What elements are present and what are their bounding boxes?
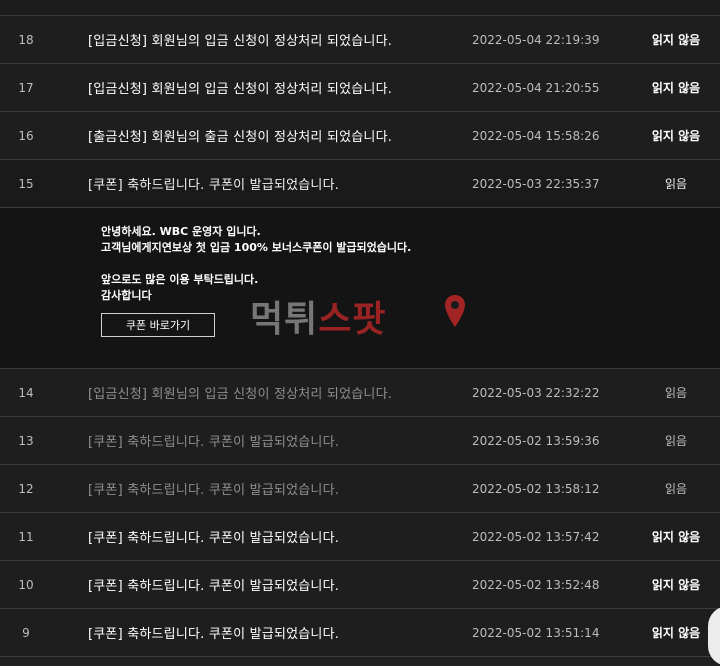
- row-date: 2022-05-04 21:20:55: [472, 80, 600, 95]
- row-number: 17: [18, 80, 34, 95]
- watermark-part2: 스팟: [318, 299, 387, 340]
- detail-line: 고객님에게지연보상 첫 입금 100% 보너스쿠폰이 발급되었습니다.: [101, 241, 412, 254]
- row-title[interactable]: [입금신청] 회원님의 입금 신청이 정상처리 되었습니다.: [52, 78, 472, 97]
- row-status: 읽지 않음: [651, 530, 701, 544]
- row-status: 읽음: [664, 482, 688, 496]
- row-date: 2022-05-04 22:19:39: [472, 32, 600, 47]
- notification-row-10[interactable]: 10 [쿠폰] 축하드립니다. 쿠폰이 발급되었습니다. 2022-05-02 …: [0, 561, 720, 609]
- row-number: 12: [18, 481, 34, 496]
- row-date: 2022-05-02 13:51:14: [472, 625, 600, 640]
- notification-row-9[interactable]: 9 [쿠폰] 축하드립니다. 쿠폰이 발급되었습니다. 2022-05-02 1…: [0, 609, 720, 657]
- row-status: 읽지 않음: [651, 129, 701, 143]
- notification-row-14[interactable]: 14 [입금신청] 회원님의 입금 신청이 정상처리 되었습니다. 2022-0…: [0, 369, 720, 417]
- row-status: 읽지 않음: [651, 578, 701, 592]
- notification-row-11[interactable]: 11 [쿠폰] 축하드립니다. 쿠폰이 발급되었습니다. 2022-05-02 …: [0, 513, 720, 561]
- row-number: 18: [18, 32, 34, 47]
- row-number: 14: [18, 385, 34, 400]
- notification-row-13[interactable]: 13 [쿠폰] 축하드립니다. 쿠폰이 발급되었습니다. 2022-05-02 …: [0, 417, 720, 465]
- row-title[interactable]: [출금신청] 회원님의 출금 신청이 정상처리 되었습니다.: [52, 126, 472, 145]
- row-number: 13: [18, 433, 34, 448]
- detail-line: [101, 256, 411, 272]
- row-number: 11: [18, 529, 34, 544]
- row-date: 2022-05-03 22:32:22: [472, 385, 600, 400]
- row-title[interactable]: [쿠폰] 축하드립니다. 쿠폰이 발급되었습니다.: [52, 479, 472, 498]
- row-number: 15: [18, 176, 34, 191]
- row-title[interactable]: [쿠폰] 축하드립니다. 쿠폰이 발급되었습니다.: [52, 174, 472, 193]
- row-status: 읽음: [664, 434, 688, 448]
- row-status: 읽지 않음: [651, 626, 701, 640]
- row-date: 2022-05-02 13:57:42: [472, 529, 600, 544]
- row-number: 9: [22, 625, 30, 640]
- row-status: 읽지 않음: [651, 33, 701, 47]
- list-top-edge: [0, 0, 720, 16]
- row-status: 읽지 않음: [651, 81, 701, 95]
- row-date: 2022-05-02 13:52:48: [472, 577, 600, 592]
- row-date: 2022-05-02 13:58:12: [472, 481, 600, 496]
- coupon-shortcut-button[interactable]: 쿠폰 바로가기: [101, 313, 215, 337]
- row-status: 읽음: [664, 386, 688, 400]
- row-number: 16: [18, 128, 34, 143]
- row-status: 읽음: [664, 177, 688, 191]
- row-date: 2022-05-02 13:59:36: [472, 433, 600, 448]
- notification-row-15[interactable]: 15 [쿠폰] 축하드립니다. 쿠폰이 발급되었습니다. 2022-05-03 …: [0, 160, 720, 208]
- detail-line: 앞으로도 많은 이용 부탁드립니다.: [101, 273, 259, 286]
- row-number: 10: [18, 577, 34, 592]
- notification-row-18[interactable]: 18 [입금신청] 회원님의 입금 신청이 정상처리 되었습니다. 2022-0…: [0, 16, 720, 64]
- watermark-part1: 먹튀: [250, 299, 319, 340]
- notification-row-12[interactable]: 12 [쿠폰] 축하드립니다. 쿠폰이 발급되었습니다. 2022-05-02 …: [0, 465, 720, 513]
- notification-detail-panel: 안녕하세요. WBC 운영자 입니다. 고객님에게지연보상 첫 입금 100% …: [0, 208, 720, 369]
- detail-line: 안녕하세요. WBC 운영자 입니다.: [101, 225, 261, 238]
- row-date: 2022-05-04 15:58:26: [472, 128, 600, 143]
- row-title[interactable]: [쿠폰] 축하드립니다. 쿠폰이 발급되었습니다.: [52, 431, 472, 450]
- floating-button-edge[interactable]: [708, 606, 720, 666]
- row-title[interactable]: [쿠폰] 축하드립니다. 쿠폰이 발급되었습니다.: [52, 527, 472, 546]
- row-title[interactable]: [입금신청] 회원님의 입금 신청이 정상처리 되었습니다.: [52, 30, 472, 49]
- row-date: 2022-05-03 22:35:37: [472, 176, 600, 191]
- row-title[interactable]: [입금신청] 회원님의 입금 신청이 정상처리 되었습니다.: [52, 383, 472, 402]
- notification-row-17[interactable]: 17 [입금신청] 회원님의 입금 신청이 정상처리 되었습니다. 2022-0…: [0, 64, 720, 112]
- notification-row-16[interactable]: 16 [출금신청] 회원님의 출금 신청이 정상처리 되었습니다. 2022-0…: [0, 112, 720, 160]
- row-title[interactable]: [쿠폰] 축하드립니다. 쿠폰이 발급되었습니다.: [52, 575, 472, 594]
- watermark-logo: 먹튀스팟: [250, 290, 470, 340]
- location-pin-icon: [444, 294, 466, 337]
- row-title[interactable]: [쿠폰] 축하드립니다. 쿠폰이 발급되었습니다.: [52, 623, 472, 642]
